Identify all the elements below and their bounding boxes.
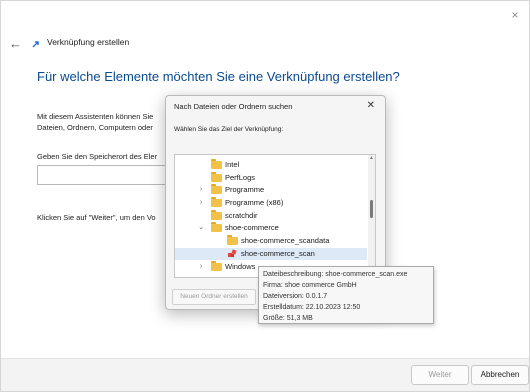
tree-item-label: shoe-commerce_scan xyxy=(241,249,315,258)
location-label: Geben Sie den Speicherort des Eler xyxy=(37,152,158,161)
shortcut-icon xyxy=(32,41,39,48)
tree-item-label: Programme xyxy=(225,185,265,194)
scroll-thumb[interactable] xyxy=(370,200,373,218)
wizard-footer: Weiter Abbrechen xyxy=(1,358,529,391)
chevron-right-icon[interactable]: › xyxy=(197,197,205,209)
dialog-close-icon[interactable]: ✕ xyxy=(367,100,375,111)
tree-scrollbar[interactable]: ▲ ▼ xyxy=(368,155,375,277)
folder-icon xyxy=(211,159,222,169)
tree-item[interactable]: shoe-commerce_scan xyxy=(175,248,367,260)
tree-item[interactable]: scratchdir xyxy=(175,210,367,222)
page-heading: Für welche Elemente möchten Sie eine Ver… xyxy=(37,69,400,84)
next-button[interactable]: Weiter xyxy=(411,365,469,385)
tree-item[interactable]: PerfLogs xyxy=(175,172,367,184)
tree-item[interactable]: › Programme xyxy=(175,184,367,196)
tooltip-description: Dateibeschreibung: shoe-commerce_scan.ex… xyxy=(263,271,408,278)
tooltip-size: Größe: 51,3 MB xyxy=(263,315,313,322)
tree-item[interactable]: › Programme (x86) xyxy=(175,197,367,209)
cancel-button[interactable]: Abbrechen xyxy=(471,365,529,385)
close-icon[interactable]: × xyxy=(507,7,523,23)
tree-item-label: shoe-commerce xyxy=(225,223,279,232)
folder-icon xyxy=(211,222,222,232)
continue-hint: Klicken Sie auf "Weiter", um den Vo xyxy=(37,213,156,222)
tooltip-version: Dateiversion: 0.0.1.7 xyxy=(263,293,328,300)
chevron-down-icon[interactable]: ⌄ xyxy=(197,222,205,234)
scroll-up-icon[interactable]: ▲ xyxy=(368,155,375,162)
file-info-tooltip: Dateibeschreibung: shoe-commerce_scan.ex… xyxy=(258,266,434,324)
tree-item-label: scratchdir xyxy=(225,211,258,220)
dialog-title: Nach Dateien oder Ordnern suchen xyxy=(174,102,293,111)
intro-text-line-1: Mit diesem Assistenten können Sie xyxy=(37,112,154,121)
folder-tree[interactable]: Intel PerfLogs › Programme › Programme (x86) s… xyxy=(174,154,376,278)
dialog-prompt: Wählen Sie das Ziel der Verknüpfung: xyxy=(174,126,284,133)
tree-item-label: Intel xyxy=(225,160,240,169)
exe-icon xyxy=(228,249,237,257)
folder-icon xyxy=(211,172,222,182)
tree-item[interactable]: ⌄ shoe-commerce xyxy=(175,222,367,234)
folder-icon xyxy=(211,261,222,271)
tree-item-label: shoe-commerce_scandata xyxy=(241,236,330,245)
intro-text-line-2: Dateien, Ordnern, Computern oder xyxy=(37,123,153,132)
tree-item[interactable]: Intel xyxy=(175,159,367,171)
tree-item-label: Programme (x86) xyxy=(225,198,284,207)
folder-icon xyxy=(211,197,222,207)
tree-item-label: Windows xyxy=(225,262,256,271)
folder-icon xyxy=(227,235,238,245)
wizard-title: Verknüpfung erstellen xyxy=(47,37,130,47)
tree-item[interactable]: shoe-commerce_scandata xyxy=(175,235,367,247)
new-folder-button[interactable]: Neuen Ordner erstellen xyxy=(172,289,256,305)
chevron-right-icon[interactable]: › xyxy=(197,184,205,196)
tooltip-company: Firma: shoe commerce GmbH xyxy=(263,282,357,289)
folder-icon xyxy=(211,210,222,220)
tooltip-created: Erstelldatum: 22.10.2023 12:50 xyxy=(263,304,361,311)
back-arrow-icon[interactable]: ← xyxy=(9,37,22,51)
folder-icon xyxy=(211,184,222,194)
chevron-right-icon[interactable]: › xyxy=(197,261,205,273)
tree-item-label: PerfLogs xyxy=(225,173,256,182)
